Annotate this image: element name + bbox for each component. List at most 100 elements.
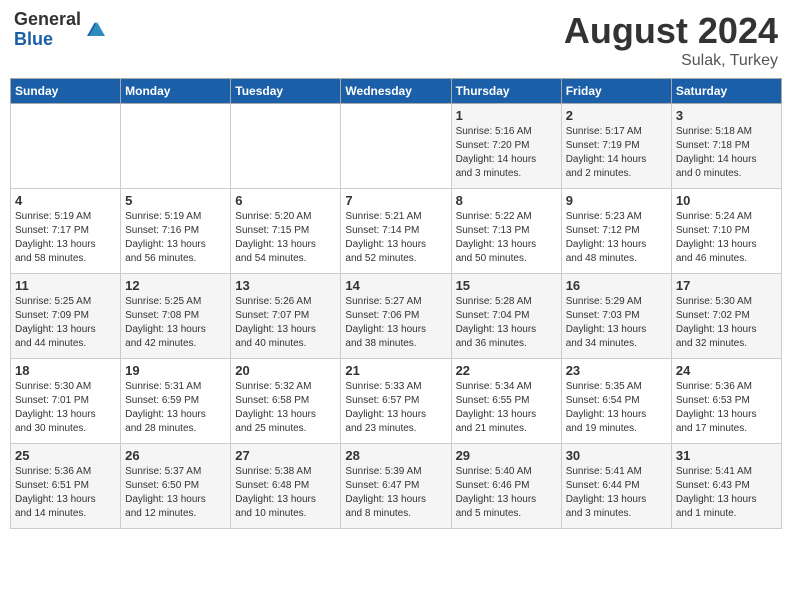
day-info: Sunrise: 5:41 AM Sunset: 6:44 PM Dayligh…	[566, 465, 667, 521]
day-cell: 25 Sunrise: 5:36 AM Sunset: 6:51 PM Dayli…	[11, 444, 121, 529]
day-info: Sunrise: 5:38 AM Sunset: 6:48 PM Dayligh…	[235, 465, 336, 521]
day-info: Sunrise: 5:17 AM Sunset: 7:19 PM Dayligh…	[566, 125, 667, 181]
day-cell: 16Sunrise: 5:29 AM Sunset: 7:03 PM Dayli…	[561, 274, 671, 359]
day-cell: 3 Sunrise: 5:18 AM Sunset: 7:18 PM Daylig…	[671, 104, 781, 189]
day-cell: 20 Sunrise: 5:32 AM Sunset: 6:58 PM Dayli…	[231, 359, 341, 444]
week-row-5: 25 Sunrise: 5:36 AM Sunset: 6:51 PM Dayli…	[11, 444, 782, 529]
day-number: 9	[566, 193, 667, 208]
day-number: 31	[676, 448, 777, 463]
day-number: 25	[15, 448, 116, 463]
header-wednesday: Wednesday	[341, 79, 451, 104]
day-number: 15	[456, 278, 557, 293]
day-info: Sunrise: 5:32 AM Sunset: 6:58 PM Dayligh…	[235, 380, 336, 436]
day-cell: 29Sunrise: 5:40 AM Sunset: 6:46 PM Dayli…	[451, 444, 561, 529]
logo-icon	[83, 18, 107, 42]
week-row-3: 11Sunrise: 5:25 AM Sunset: 7:09 PM Dayli…	[11, 274, 782, 359]
day-cell: 19 Sunrise: 5:31 AM Sunset: 6:59 PM Dayli…	[121, 359, 231, 444]
month-title: August 2024	[564, 10, 778, 52]
day-number: 5	[125, 193, 226, 208]
day-number: 7	[345, 193, 446, 208]
day-number: 28	[345, 448, 446, 463]
day-cell	[341, 104, 451, 189]
day-number: 2	[566, 108, 667, 123]
day-number: 24	[676, 363, 777, 378]
day-cell: 14Sunrise: 5:27 AM Sunset: 7:06 PM Dayli…	[341, 274, 451, 359]
day-cell: 6 Sunrise: 5:20 AM Sunset: 7:15 PM Daylig…	[231, 189, 341, 274]
day-number: 10	[676, 193, 777, 208]
day-cell: 18 Sunrise: 5:30 AM Sunset: 7:01 PM Dayli…	[11, 359, 121, 444]
week-row-1: 1Sunrise: 5:16 AM Sunset: 7:20 PM Daylig…	[11, 104, 782, 189]
header-sunday: Sunday	[11, 79, 121, 104]
day-cell: 13Sunrise: 5:26 AM Sunset: 7:07 PM Dayli…	[231, 274, 341, 359]
day-number: 4	[15, 193, 116, 208]
day-info: Sunrise: 5:30 AM Sunset: 7:02 PM Dayligh…	[676, 295, 777, 351]
day-cell: 4 Sunrise: 5:19 AM Sunset: 7:17 PM Daylig…	[11, 189, 121, 274]
day-info: Sunrise: 5:31 AM Sunset: 6:59 PM Dayligh…	[125, 380, 226, 436]
day-cell: 23 Sunrise: 5:35 AM Sunset: 6:54 PM Dayli…	[561, 359, 671, 444]
logo-text: General Blue	[14, 10, 81, 50]
day-info: Sunrise: 5:25 AM Sunset: 7:09 PM Dayligh…	[15, 295, 116, 351]
header-thursday: Thursday	[451, 79, 561, 104]
week-row-4: 18 Sunrise: 5:30 AM Sunset: 7:01 PM Dayli…	[11, 359, 782, 444]
day-cell: 7 Sunrise: 5:21 AM Sunset: 7:14 PM Daylig…	[341, 189, 451, 274]
day-cell: 26 Sunrise: 5:37 AM Sunset: 6:50 PM Dayli…	[121, 444, 231, 529]
day-info: Sunrise: 5:28 AM Sunset: 7:04 PM Dayligh…	[456, 295, 557, 351]
day-cell: 24 Sunrise: 5:36 AM Sunset: 6:53 PM Dayli…	[671, 359, 781, 444]
day-number: 26	[125, 448, 226, 463]
day-cell: 27Sunrise: 5:38 AM Sunset: 6:48 PM Dayli…	[231, 444, 341, 529]
day-number: 17	[676, 278, 777, 293]
day-info: Sunrise: 5:39 AM Sunset: 6:47 PM Dayligh…	[345, 465, 446, 521]
day-cell: 17 Sunrise: 5:30 AM Sunset: 7:02 PM Dayli…	[671, 274, 781, 359]
day-info: Sunrise: 5:22 AM Sunset: 7:13 PM Dayligh…	[456, 210, 557, 266]
day-number: 20	[235, 363, 336, 378]
day-number: 18	[15, 363, 116, 378]
day-number: 30	[566, 448, 667, 463]
day-number: 3	[676, 108, 777, 123]
day-cell: 2 Sunrise: 5:17 AM Sunset: 7:19 PM Daylig…	[561, 104, 671, 189]
logo-general: General	[14, 10, 81, 30]
day-cell: 15 Sunrise: 5:28 AM Sunset: 7:04 PM Dayli…	[451, 274, 561, 359]
day-info: Sunrise: 5:29 AM Sunset: 7:03 PM Dayligh…	[566, 295, 667, 351]
header-saturday: Saturday	[671, 79, 781, 104]
day-info: Sunrise: 5:34 AM Sunset: 6:55 PM Dayligh…	[456, 380, 557, 436]
day-info: Sunrise: 5:27 AM Sunset: 7:06 PM Dayligh…	[345, 295, 446, 351]
day-number: 23	[566, 363, 667, 378]
day-info: Sunrise: 5:18 AM Sunset: 7:18 PM Dayligh…	[676, 125, 777, 181]
day-info: Sunrise: 5:21 AM Sunset: 7:14 PM Dayligh…	[345, 210, 446, 266]
day-info: Sunrise: 5:33 AM Sunset: 6:57 PM Dayligh…	[345, 380, 446, 436]
week-row-2: 4 Sunrise: 5:19 AM Sunset: 7:17 PM Daylig…	[11, 189, 782, 274]
header-row: SundayMondayTuesdayWednesdayThursdayFrid…	[11, 79, 782, 104]
day-cell: 9Sunrise: 5:23 AM Sunset: 7:12 PM Daylig…	[561, 189, 671, 274]
header-friday: Friday	[561, 79, 671, 104]
day-cell: 11Sunrise: 5:25 AM Sunset: 7:09 PM Dayli…	[11, 274, 121, 359]
day-cell: 8 Sunrise: 5:22 AM Sunset: 7:13 PM Daylig…	[451, 189, 561, 274]
day-cell: 30 Sunrise: 5:41 AM Sunset: 6:44 PM Dayli…	[561, 444, 671, 529]
day-info: Sunrise: 5:36 AM Sunset: 6:51 PM Dayligh…	[15, 465, 116, 521]
day-number: 8	[456, 193, 557, 208]
day-cell: 5Sunrise: 5:19 AM Sunset: 7:16 PM Daylig…	[121, 189, 231, 274]
day-number: 1	[456, 108, 557, 123]
logo-blue: Blue	[14, 30, 81, 50]
day-number: 21	[345, 363, 446, 378]
day-number: 19	[125, 363, 226, 378]
day-info: Sunrise: 5:30 AM Sunset: 7:01 PM Dayligh…	[15, 380, 116, 436]
day-cell: 31 Sunrise: 5:41 AM Sunset: 6:43 PM Dayli…	[671, 444, 781, 529]
day-info: Sunrise: 5:37 AM Sunset: 6:50 PM Dayligh…	[125, 465, 226, 521]
day-info: Sunrise: 5:26 AM Sunset: 7:07 PM Dayligh…	[235, 295, 336, 351]
day-cell: 10Sunrise: 5:24 AM Sunset: 7:10 PM Dayli…	[671, 189, 781, 274]
day-number: 12	[125, 278, 226, 293]
day-info: Sunrise: 5:25 AM Sunset: 7:08 PM Dayligh…	[125, 295, 226, 351]
day-cell: 22Sunrise: 5:34 AM Sunset: 6:55 PM Dayli…	[451, 359, 561, 444]
day-number: 6	[235, 193, 336, 208]
day-info: Sunrise: 5:41 AM Sunset: 6:43 PM Dayligh…	[676, 465, 777, 521]
calendar-table: SundayMondayTuesdayWednesdayThursdayFrid…	[10, 78, 782, 529]
page-header: General Blue August 2024 Sulak, Turkey	[10, 10, 782, 70]
day-info: Sunrise: 5:36 AM Sunset: 6:53 PM Dayligh…	[676, 380, 777, 436]
location: Sulak, Turkey	[564, 52, 778, 70]
day-cell: 28 Sunrise: 5:39 AM Sunset: 6:47 PM Dayli…	[341, 444, 451, 529]
day-number: 29	[456, 448, 557, 463]
day-info: Sunrise: 5:35 AM Sunset: 6:54 PM Dayligh…	[566, 380, 667, 436]
day-info: Sunrise: 5:20 AM Sunset: 7:15 PM Dayligh…	[235, 210, 336, 266]
day-cell	[11, 104, 121, 189]
day-info: Sunrise: 5:19 AM Sunset: 7:17 PM Dayligh…	[15, 210, 116, 266]
